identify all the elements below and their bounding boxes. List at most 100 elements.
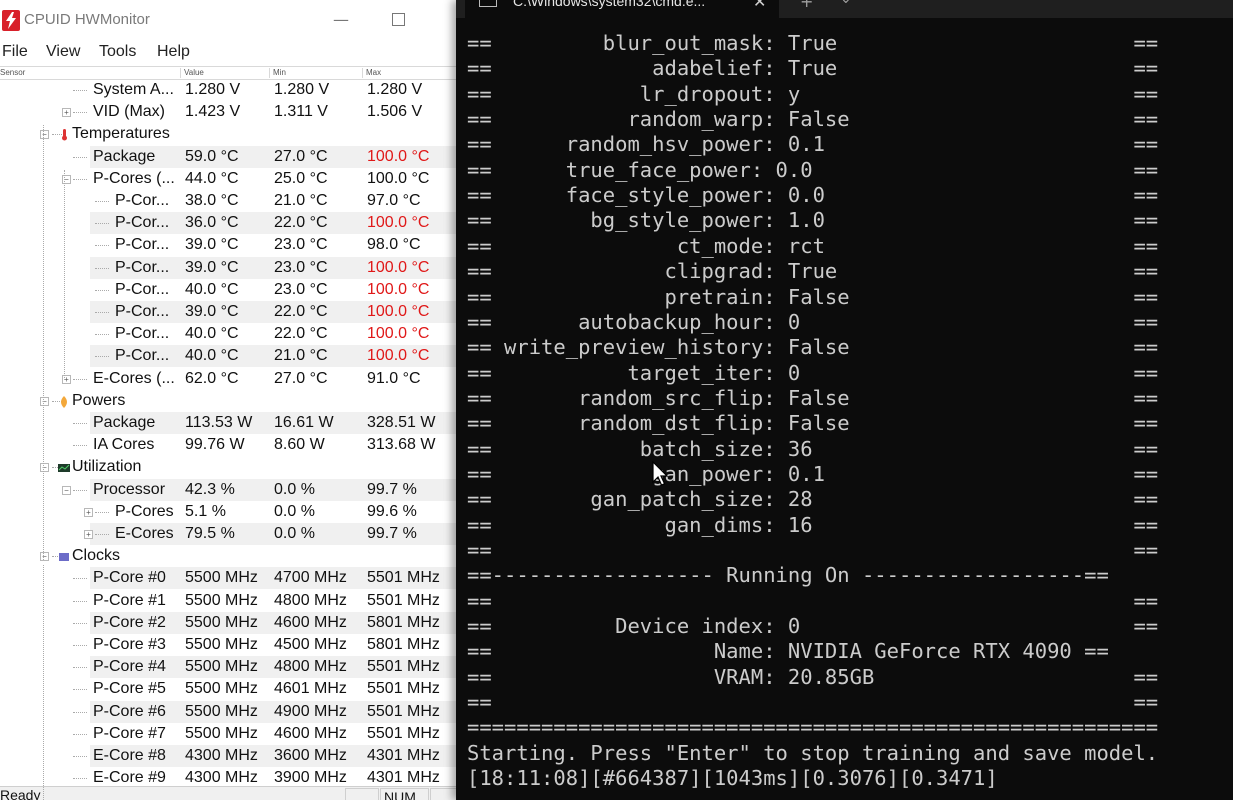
sensor-name: P-Core #1 <box>93 591 166 609</box>
column-min[interactable]: Min <box>269 68 286 78</box>
sensor-row[interactable]: P-Cor... 40.0 °C 21.0 °C 100.0 °C <box>0 345 458 368</box>
sensor-max: 5501 MHz <box>367 591 440 609</box>
sensor-min: 21.0 °C <box>274 347 328 365</box>
sensor-max: 5501 MHz <box>367 680 440 698</box>
tab-dropdown-button[interactable]: ⌄ <box>840 0 852 7</box>
collapse-icon[interactable]: − <box>62 485 71 495</box>
tree-connector <box>73 423 87 424</box>
sensor-row[interactable]: P-Core #0 5500 MHz 4700 MHz 5501 MHz <box>0 567 458 590</box>
sensor-max: 5501 MHz <box>367 569 440 587</box>
collapse-icon[interactable]: − <box>40 396 49 406</box>
maximize-button[interactable] <box>392 13 405 26</box>
sensor-max: 91.0 °C <box>367 369 421 387</box>
sensor-value: 44.0 °C <box>185 169 239 187</box>
sensor-value: 42.3 % <box>185 480 235 498</box>
tree-connector <box>95 201 109 202</box>
terminal-line: == face_style_power: 0.0 == <box>467 183 1159 208</box>
column-value[interactable]: Value <box>180 68 204 78</box>
sensor-row[interactable]: IA Cores 99.76 W 8.60 W 313.68 W <box>0 434 458 456</box>
sensor-name: P-Cor... <box>115 192 170 209</box>
hwmonitor-titlebar[interactable]: CPUID HWMonitor — <box>0 0 458 40</box>
sensor-row[interactable]: E-Core #8 4300 MHz 3600 MHz 4301 MHz <box>0 745 458 767</box>
menu-tools[interactable]: Tools <box>99 43 136 61</box>
sensor-min: 4600 MHz <box>274 724 347 742</box>
sensor-min: 23.0 °C <box>274 236 328 254</box>
tree-connector <box>73 645 87 646</box>
expand-icon[interactable]: + <box>84 507 93 517</box>
sensor-row[interactable]: + E-Cores 79.5 % 0.0 % 99.7 % <box>0 523 458 545</box>
close-tab-button[interactable]: ✕ <box>753 0 766 11</box>
sensor-row[interactable]: P-Cor... 38.0 °C 21.0 °C 97.0 °C <box>0 190 458 212</box>
sensor-min: 4900 MHz <box>274 702 347 720</box>
sensor-row[interactable]: P-Cor... 40.0 °C 22.0 °C 100.0 °C <box>0 323 458 345</box>
collapse-icon[interactable]: − <box>40 130 49 140</box>
tree-connector <box>73 778 87 780</box>
tree-connector <box>95 223 109 225</box>
collapse-icon[interactable]: − <box>40 463 49 473</box>
sensor-value: 59.0 °C <box>185 147 239 165</box>
sensor-category-row[interactable]: − Clocks <box>0 545 458 567</box>
sensor-row[interactable]: P-Cor... 40.0 °C 23.0 °C 100.0 °C <box>0 279 458 301</box>
flame-icon <box>58 395 68 408</box>
sensor-row[interactable]: System A... 1.280 V 1.280 V 1.280 V <box>0 79 458 101</box>
sensor-row[interactable]: − P-Cores (... 44.0 °C 25.0 °C 100.0 °C <box>0 168 458 190</box>
column-sensor[interactable]: Sensor <box>0 68 25 78</box>
terminal-line: == batch_size: 36 == <box>467 436 1159 461</box>
terminal-line: == random_src_flip: False == <box>467 385 1159 410</box>
sensor-name: P-Core #0 <box>93 569 166 587</box>
sensor-category-row[interactable]: − Powers <box>0 390 458 412</box>
sensor-row[interactable]: − Processor 42.3 % 0.0 % 99.7 % <box>0 478 458 501</box>
tree-connector <box>73 711 87 713</box>
expand-icon[interactable]: + <box>62 108 71 118</box>
sensor-name: P-Core #3 <box>93 636 166 653</box>
collapse-icon[interactable]: − <box>40 552 49 562</box>
menu-help[interactable]: Help <box>157 43 190 61</box>
sensor-min: 4600 MHz <box>274 613 347 631</box>
new-tab-button[interactable]: + <box>800 0 813 11</box>
expand-icon[interactable]: + <box>84 530 93 539</box>
sensor-row[interactable]: P-Core #5 5500 MHz 4601 MHz 5501 MHz <box>0 678 458 700</box>
sensor-row[interactable]: + VID (Max) 1.423 V 1.311 V 1.506 V <box>0 101 458 123</box>
sensor-row[interactable]: P-Core #3 5500 MHz 4500 MHz 5801 MHz <box>0 634 458 656</box>
sensor-row[interactable]: P-Core #6 5500 MHz 4900 MHz 5501 MHz <box>0 700 458 723</box>
sensor-name: Powers <box>72 391 126 409</box>
column-max[interactable]: Max <box>362 68 381 78</box>
menu-bar: File View Tools Help <box>0 40 458 64</box>
sensor-row[interactable]: + P-Cores 5.1 % 0.0 % 99.6 % <box>0 501 458 523</box>
sensor-row[interactable]: Package 113.53 W 16.61 W 328.51 W <box>0 412 458 434</box>
terminal-line: == true_face_power: 0.0 == <box>467 157 1159 182</box>
sensor-row[interactable]: P-Cor... 39.0 °C 23.0 °C 98.0 °C <box>0 234 458 256</box>
sensor-name: Clocks <box>72 547 121 565</box>
tree-connector <box>73 756 87 757</box>
sensor-row[interactable]: P-Cor... 39.0 °C 22.0 °C 100.0 °C <box>0 301 458 323</box>
tree-connector <box>95 289 109 291</box>
terminal-line: == adabelief: True == <box>467 56 1159 81</box>
sensor-value: 5500 MHz <box>185 569 258 587</box>
sensor-category-row[interactable]: − Temperatures <box>0 123 458 145</box>
sensor-min: 0.0 % <box>274 502 315 520</box>
sensor-min: 22.0 °C <box>274 214 328 232</box>
terminal-line: == gan_power: 0.1 == <box>467 461 1159 486</box>
minimize-button[interactable]: — <box>332 10 350 30</box>
terminal-line: == random_dst_flip: False == <box>467 411 1159 436</box>
sensor-row[interactable]: + E-Cores (... 62.0 °C 27.0 °C 91.0 °C <box>0 368 458 390</box>
sensor-row[interactable]: P-Core #2 5500 MHz 4600 MHz 5801 MHz <box>0 611 458 634</box>
sensor-row[interactable]: P-Cor... 39.0 °C 23.0 °C 100.0 °C <box>0 256 458 279</box>
sensor-row[interactable]: Package 59.0 °C 27.0 °C 100.0 °C <box>0 145 458 168</box>
sensor-min: 1.280 V <box>274 81 330 98</box>
terminal-window[interactable]: C:\Windows\system32\cmd.e... ✕ + ⌄ == bl… <box>456 0 1233 800</box>
menu-file[interactable]: File <box>2 43 28 61</box>
sensor-row[interactable]: P-Core #7 5500 MHz 4600 MHz 5501 MHz <box>0 723 458 745</box>
sensor-row[interactable]: P-Core #1 5500 MHz 4800 MHz 5501 MHz <box>0 590 458 612</box>
tree-connector <box>95 356 109 358</box>
terminal-line: [18:11:08][#664387][1043ms][0.3076][0.34… <box>467 766 998 791</box>
terminal-tab[interactable]: C:\Windows\system32\cmd.e... ✕ <box>465 0 779 18</box>
sensor-max: 100.0 °C <box>367 303 430 320</box>
sensor-name: E-Cores <box>115 525 174 542</box>
sensor-row[interactable]: P-Core #4 5500 MHz 4800 MHz 5501 MHz <box>0 656 458 679</box>
tree-connector <box>95 334 109 336</box>
menu-view[interactable]: View <box>46 43 80 61</box>
sensor-row[interactable]: P-Cor... 36.0 °C 22.0 °C 100.0 °C <box>0 212 458 235</box>
sensor-value: 79.5 % <box>185 525 235 542</box>
sensor-category-row[interactable]: − Utilization <box>0 456 458 478</box>
